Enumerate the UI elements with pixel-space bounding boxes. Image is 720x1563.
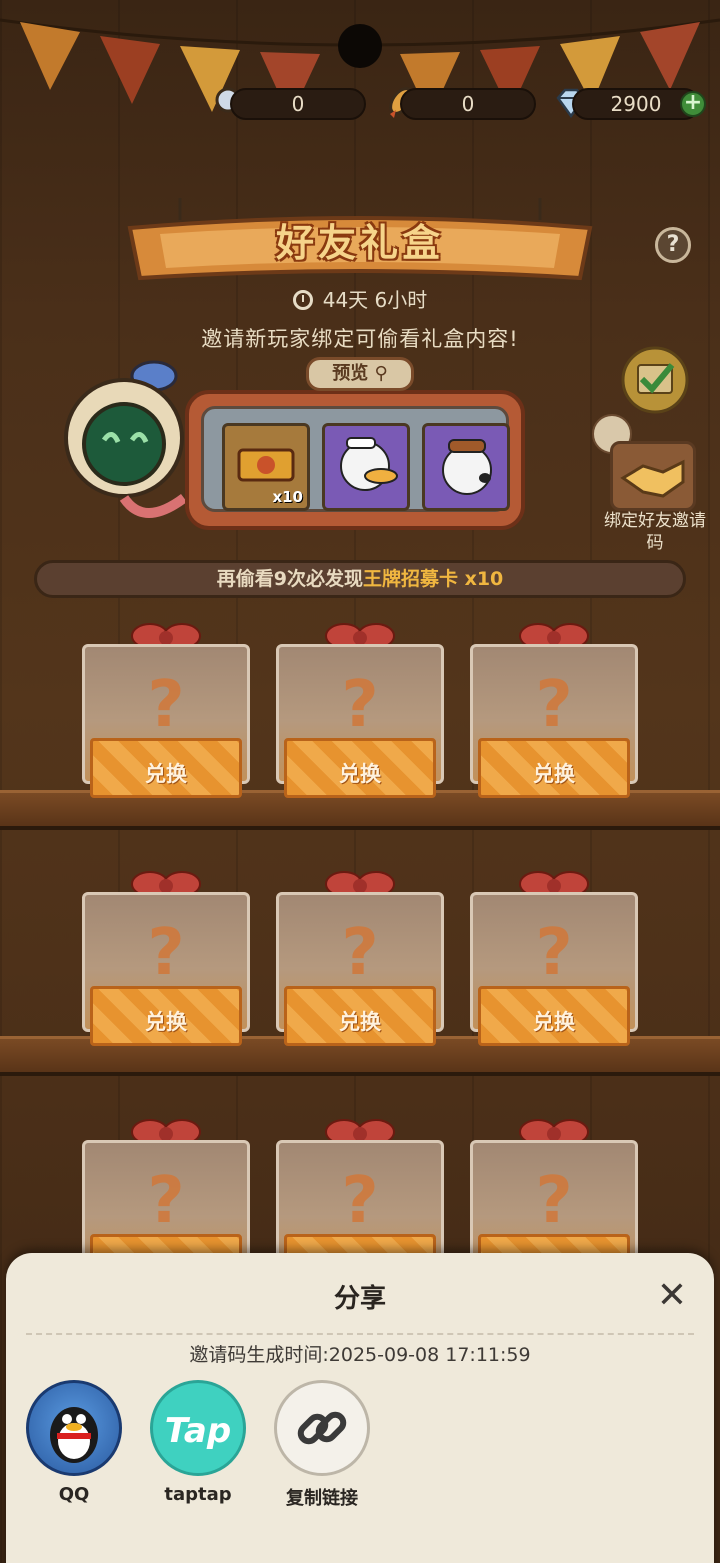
share-title: 分享 [333,1284,386,1314]
question-mark-icon: ? [535,916,573,990]
progress-count: x10 [457,568,504,590]
redeem-button[interactable]: 兑换 [284,758,436,788]
handshake-icon [620,459,685,498]
duck-character-icon [340,437,398,491]
progress-text: 再偷看9次必发现 [216,568,363,590]
rocket-count: 0 [400,88,536,120]
question-mark-icon: ? [341,1164,379,1238]
countdown-text: 44天 6小时 [322,288,428,312]
question-mark-icon: ? [341,668,379,742]
preview-panel: x10 [185,390,525,530]
share-taptap-button[interactable]: Tap [150,1380,246,1476]
check-badge-icon[interactable] [620,345,690,415]
preview-button[interactable]: 预览 ⚲ [306,357,414,391]
share-qq-button[interactable] [26,1380,122,1476]
invite-code-generated-time: 邀请码生成时间:2025-09-08 17:11:59 [189,1344,531,1366]
clock-icon [292,290,313,310]
copy-link-label: 复制链接 [286,1488,358,1509]
redeem-button[interactable]: 兑换 [90,758,242,788]
gift-box[interactable]: ? 兑换 [82,866,250,1056]
question-mark-icon: ? [147,916,185,990]
share-taptap-label: taptap [164,1484,232,1505]
redeem-button[interactable]: 兑换 [90,1006,242,1036]
preview-item-duck-card[interactable] [322,423,410,511]
preview-item-dog-card[interactable] [422,423,510,511]
bind-invite-code-button[interactable] [610,441,696,511]
question-mark-icon: ? [341,916,379,990]
countdown-timer: 44天 6小时 [0,284,720,313]
gift-box[interactable]: ? 兑换 [82,618,250,808]
qq-penguin-icon [50,1407,98,1463]
close-icon[interactable]: ✕ [654,1278,690,1314]
camera-notch [338,24,382,68]
gift-box[interactable]: ? 兑换 [276,618,444,808]
taptap-icon: Tap [164,1411,232,1451]
help-button[interactable]: ? [655,227,691,263]
link-icon [297,1411,347,1445]
gift-box[interactable]: ? 兑换 [470,866,638,1056]
bind-invite-code-label: 绑定好友邀请码 [604,511,706,553]
question-mark-icon: ? [535,668,573,742]
magnifier-count: 0 [230,88,366,120]
search-icon: ⚲ [374,363,388,384]
page-title: 好友礼盒 [275,221,444,265]
question-mark-icon: ? [535,1164,573,1238]
question-mark-icon: ? [147,668,185,742]
preview-label: 预览 [332,363,369,384]
progress-highlight: 王牌招募卡 [362,568,458,590]
gift-box[interactable]: ? 兑换 [470,618,638,808]
peek-progress-banner: 再偷看9次必发现王牌招募卡 x10 [34,560,686,598]
dog-character-icon [442,439,492,495]
redeem-button[interactable]: 兑换 [284,1006,436,1036]
question-mark-icon: ? [147,1164,185,1238]
add-diamond-button[interactable]: + [680,91,706,117]
share-qq-label: QQ [58,1484,90,1505]
astronaut-mascot-icon [64,360,187,518]
item-count: x10 [272,488,303,506]
redeem-button[interactable]: 兑换 [478,758,630,788]
gift-box[interactable]: ? 兑换 [276,866,444,1056]
redeem-button[interactable]: 兑换 [478,1006,630,1036]
divider [26,1333,694,1335]
preview-item-ticket[interactable]: x10 [222,423,310,511]
copy-link-button[interactable] [274,1380,370,1476]
